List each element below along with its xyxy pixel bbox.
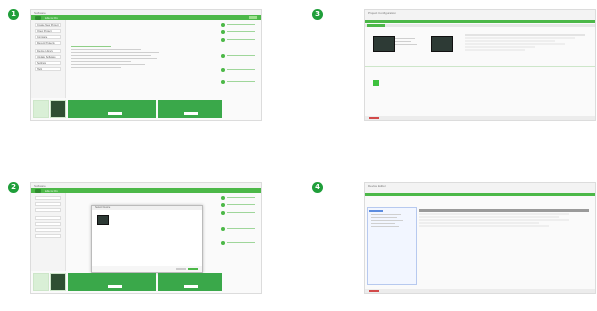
properties-table — [465, 34, 591, 52]
dialog-ok-button[interactable] — [188, 268, 198, 270]
device-thumbnail[interactable] — [97, 215, 109, 225]
device-image-1 — [373, 36, 395, 52]
dialog-footer — [92, 266, 202, 272]
add-item-icon[interactable] — [373, 80, 379, 86]
left-menu: Create New Project Open Project Compare … — [31, 20, 66, 98]
device-tree[interactable] — [367, 207, 417, 285]
menu-item[interactable] — [35, 228, 61, 232]
menu-item-create[interactable]: Create New Project — [35, 23, 61, 27]
step-badge-3: 3 — [312, 9, 323, 20]
menu-item-compare[interactable]: Compare — [35, 35, 61, 39]
banner-button[interactable] — [108, 112, 122, 115]
screenshot-panel-1: Software Life is On Create New Project O… — [30, 9, 262, 121]
step-badge-4: 4 — [312, 182, 323, 193]
menu-item-settings[interactable]: Settings — [35, 61, 61, 65]
right-news-panel — [219, 20, 261, 96]
menu-item[interactable] — [35, 208, 61, 212]
dialog-titlebar: Select Device — [92, 206, 202, 210]
menu-item[interactable] — [35, 202, 61, 206]
banner-button[interactable] — [184, 112, 198, 115]
promo-banner-left — [68, 273, 156, 291]
screenshot-panel-2: Software Life is On Select Device — [30, 182, 262, 294]
menu-item[interactable] — [35, 196, 61, 200]
menu-item-update[interactable]: Update Software — [35, 55, 61, 59]
menu-item-recent[interactable]: Recent Projects — [35, 41, 61, 45]
tree-selected-item[interactable] — [369, 210, 383, 212]
step-badge-2: 2 — [8, 182, 19, 193]
left-menu — [31, 193, 66, 271]
select-device-dialog[interactable]: Select Device — [91, 205, 203, 273]
device-image-2 — [431, 36, 453, 52]
error-indicator — [369, 290, 379, 292]
promo-thumbnail[interactable] — [33, 100, 49, 118]
menu-item-library[interactable]: Device Library — [35, 49, 61, 53]
welcome-text-block — [71, 46, 163, 70]
promo-thumbnail[interactable] — [33, 273, 49, 291]
promo-banner-right — [158, 100, 222, 118]
error-indicator — [369, 117, 379, 119]
dialog-title: Select Device — [95, 206, 111, 209]
banner-button[interactable] — [184, 285, 198, 288]
window-titlebar: Device Editor — [365, 183, 595, 193]
promo-banner-right — [158, 273, 222, 291]
screenshot-panel-4: Device Editor — [364, 182, 596, 294]
tab-active[interactable] — [367, 24, 385, 27]
menu-item-help[interactable]: Help — [35, 67, 61, 71]
screenshot-panel-3: Project Configuration — [364, 9, 596, 121]
window-title: Project Configuration — [368, 11, 397, 15]
menu-item[interactable] — [35, 216, 61, 220]
promo-thumbnail-2[interactable] — [50, 100, 66, 118]
menu-item[interactable] — [35, 234, 61, 238]
section-divider — [365, 66, 595, 67]
window-title: Device Editor — [368, 184, 386, 188]
parameters-table — [419, 209, 591, 228]
window-titlebar: Project Configuration — [365, 10, 595, 20]
promo-thumbnail-2[interactable] — [50, 273, 66, 291]
step-badge-1: 1 — [8, 9, 19, 20]
tab-row — [365, 24, 595, 27]
status-bar — [365, 289, 595, 293]
status-bar — [365, 116, 595, 120]
toolbar — [365, 20, 595, 23]
menu-item[interactable] — [35, 222, 61, 226]
banner-button[interactable] — [108, 285, 122, 288]
right-news-panel — [219, 193, 261, 269]
dialog-cancel-button[interactable] — [176, 268, 186, 270]
menu-item-open[interactable]: Open Project — [35, 29, 61, 33]
promo-banner-left — [68, 100, 156, 118]
toolbar — [365, 193, 595, 196]
device-info-1 — [395, 38, 419, 47]
header-action-button[interactable] — [249, 16, 257, 19]
